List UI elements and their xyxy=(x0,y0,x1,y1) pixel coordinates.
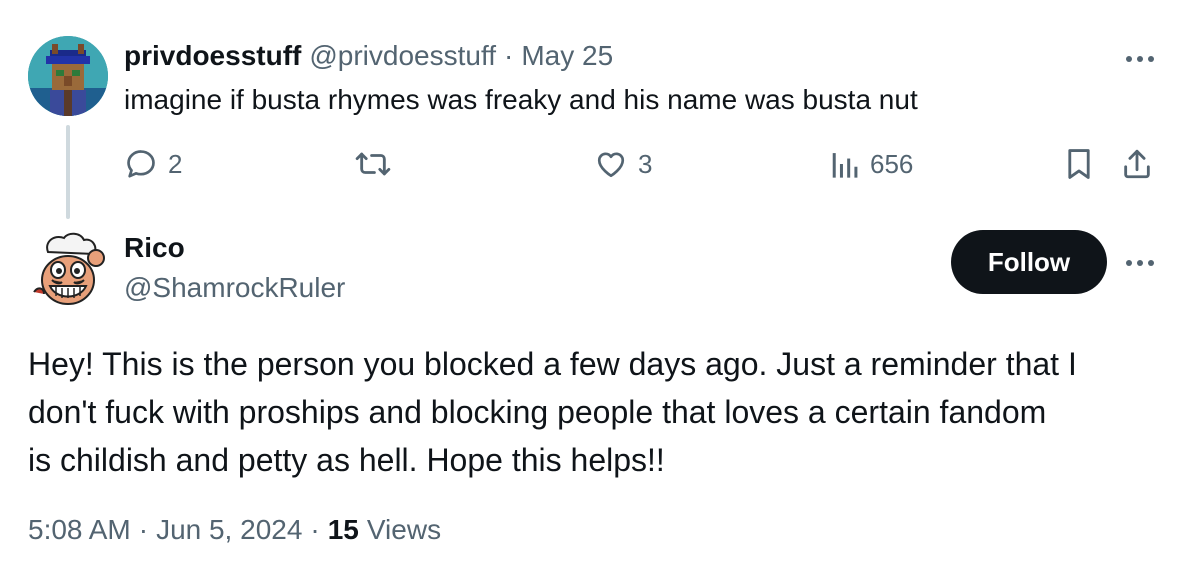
tweet-date[interactable]: Jun 5, 2024 xyxy=(156,514,302,546)
parent-avatar[interactable] xyxy=(28,36,108,116)
meta-separator: · xyxy=(138,514,149,545)
tweet-text-line: don't fuck with proships and blocking pe… xyxy=(28,394,1047,430)
share-button[interactable] xyxy=(1120,144,1154,184)
main-handle[interactable]: @ShamrockRuler xyxy=(124,272,345,304)
main-more-button[interactable] xyxy=(1118,248,1162,278)
main-avatar[interactable] xyxy=(26,230,110,314)
main-views-label: Views xyxy=(366,514,442,545)
views-chart-icon xyxy=(832,153,858,178)
parent-tweet-header: privdoesstuff @privdoesstuff · May 25 xyxy=(124,38,613,74)
tweet-text-line: is childish and petty as hell. Hope this… xyxy=(28,442,665,478)
tweet-time[interactable]: 5:08 AM xyxy=(28,514,131,546)
views-count: 656 xyxy=(870,148,914,179)
meta-separator: · xyxy=(310,514,320,545)
views-button[interactable]: 656 xyxy=(830,144,913,184)
tweet-metadata: 5:08 AM · Jun 5, 2024 · 15 Views xyxy=(28,514,441,546)
like-count: 3 xyxy=(638,148,653,179)
parent-more-button[interactable] xyxy=(1118,44,1162,74)
follow-button[interactable]: Follow xyxy=(951,230,1107,294)
reply-icon xyxy=(127,150,155,178)
parent-handle[interactable]: @privdoesstuff xyxy=(309,40,496,72)
parent-separator: · xyxy=(504,40,514,71)
parent-date[interactable]: May 25 xyxy=(521,40,613,72)
bookmark-icon xyxy=(1068,149,1090,179)
main-tweet-text: Hey! This is the person you blocked a fe… xyxy=(28,340,1168,484)
pixel-character-avatar-image xyxy=(28,36,108,116)
retweet-button[interactable] xyxy=(354,144,392,184)
bookmark-button[interactable] xyxy=(1062,144,1096,184)
main-views-count[interactable]: 15 xyxy=(328,514,359,546)
more-horizontal-icon xyxy=(1126,56,1154,62)
main-display-name[interactable]: Rico xyxy=(124,232,185,264)
reply-count: 2 xyxy=(168,148,183,179)
reply-button[interactable]: 2 xyxy=(124,144,182,184)
tweet-text-line: Hey! This is the person you blocked a fe… xyxy=(28,346,1077,382)
heart-icon xyxy=(597,152,625,178)
thread-connector-line xyxy=(66,125,70,219)
parent-display-name[interactable]: privdoesstuff xyxy=(124,40,301,72)
share-icon xyxy=(1124,149,1150,179)
retweet-icon xyxy=(355,152,391,176)
parent-tweet-text: imagine if busta rhymes was freaky and h… xyxy=(124,84,918,115)
like-button[interactable]: 3 xyxy=(594,144,652,184)
cartoon-chef-avatar-image xyxy=(26,230,110,314)
more-horizontal-icon xyxy=(1126,260,1154,266)
